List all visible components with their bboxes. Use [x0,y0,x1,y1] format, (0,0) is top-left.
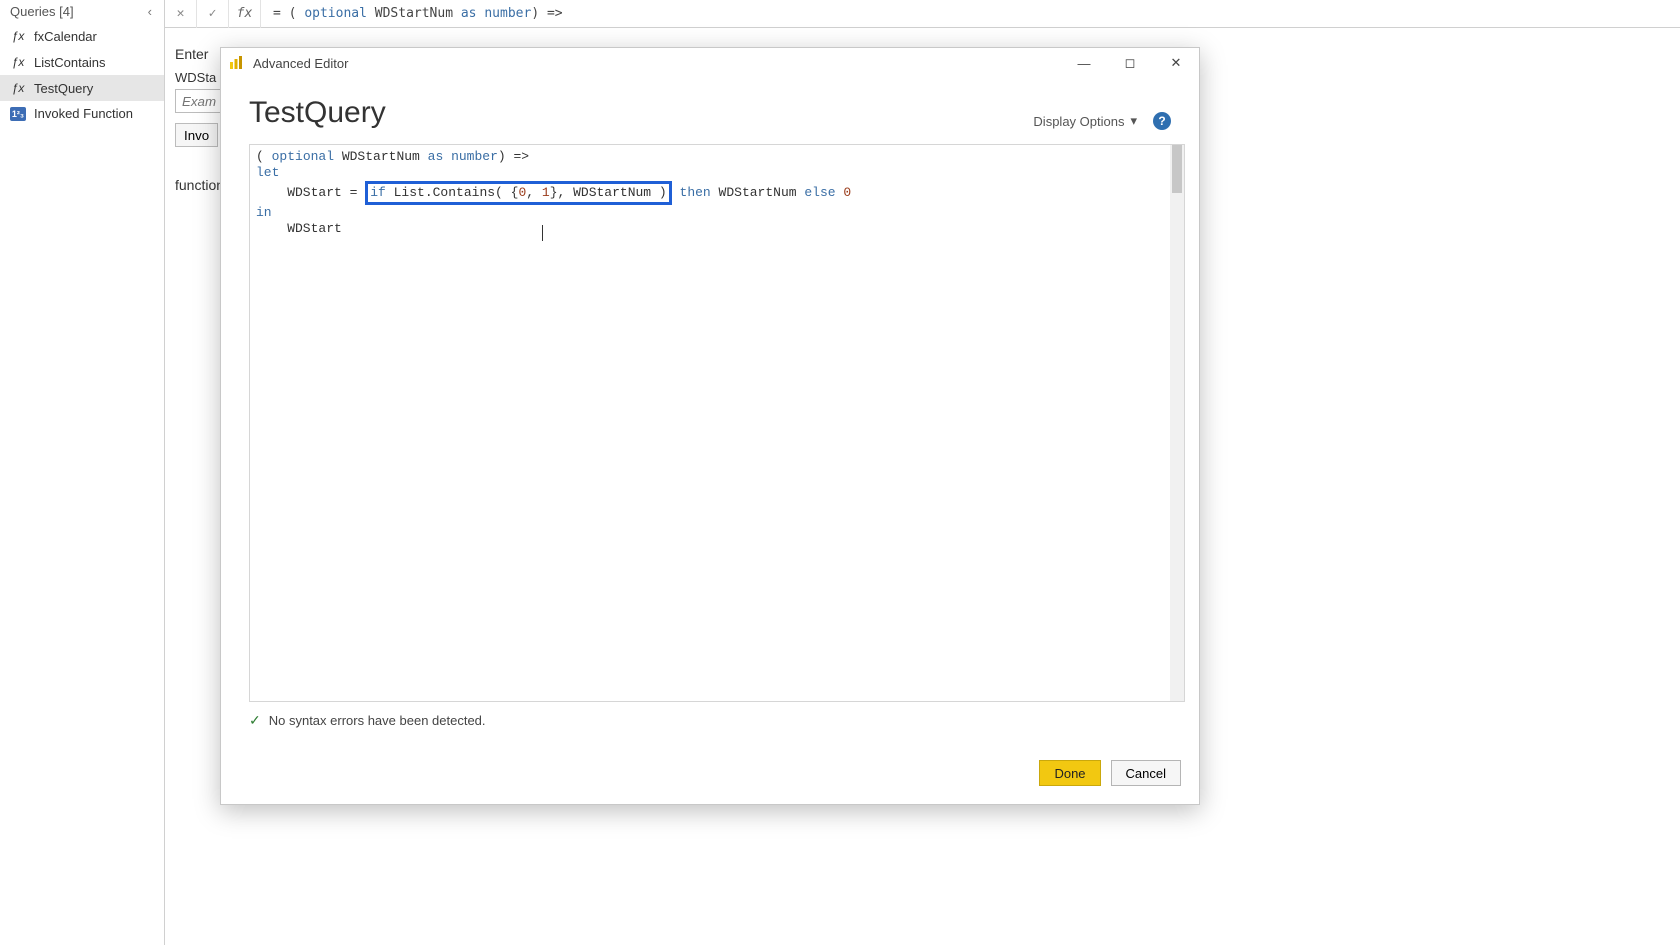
status-text: No syntax errors have been detected. [269,713,486,728]
formula-accept-button[interactable]: ✓ [197,0,229,28]
query-name: TestQuery [249,96,386,130]
query-item-testquery[interactable]: ƒx TestQuery [0,75,164,101]
dialog-footer: Done Cancel [221,746,1199,804]
queries-pane: Queries [4] ‹ ƒx fxCalendar ƒx ListConta… [0,0,165,945]
highlighted-expression: if List.Contains( {0, 1}, WDStartNum ) [365,181,672,205]
formula-cancel-button[interactable]: ✕ [165,0,197,28]
query-item-label: ListContains [34,55,106,70]
invoke-button[interactable]: Invo [175,123,218,147]
query-item-listcontains[interactable]: ƒx ListContains [0,49,164,75]
maximize-icon: ◻ [1125,55,1136,71]
syntax-status: ✓ No syntax errors have been detected. [221,702,1199,729]
help-icon: ? [1158,114,1165,128]
display-options-label: Display Options [1033,114,1124,129]
minimize-button[interactable]: — [1061,48,1107,78]
dialog-header-row: TestQuery Display Options ▾ ? [221,78,1199,140]
function-icon: ƒx [10,80,26,96]
maximize-button[interactable]: ◻ [1107,48,1153,78]
queries-title: Queries [4] [10,4,74,19]
number-icon: 1²₃ [10,107,26,121]
cancel-icon: ✕ [177,6,185,21]
scrollbar-thumb[interactable] [1172,145,1182,193]
query-item-invoked-function[interactable]: 1²₃ Invoked Function [0,101,164,126]
dialog-titlebar[interactable]: Advanced Editor — ◻ ✕ [221,48,1199,78]
minimize-icon: — [1078,56,1091,71]
formula-text[interactable]: = ( optional WDStartNum as number) => [261,6,563,21]
query-item-label: TestQuery [34,81,93,96]
close-icon: ✕ [1171,55,1182,71]
query-item-label: fxCalendar [34,29,97,44]
function-icon: ƒx [10,54,26,70]
formula-bar: ✕ ✓ fx = ( optional WDStartNum as number… [165,0,1680,28]
query-item-label: Invoked Function [34,106,133,121]
code-editor-container: ( optional WDStartNum as number) => let … [249,144,1185,702]
done-button[interactable]: Done [1039,760,1100,786]
function-icon: ƒx [10,28,26,44]
query-item-fxcalendar[interactable]: ƒx fxCalendar [0,23,164,49]
close-button[interactable]: ✕ [1153,48,1199,78]
dialog-title: Advanced Editor [253,56,348,71]
queries-header: Queries [4] ‹ [0,0,164,23]
text-cursor [542,225,543,241]
chevron-down-icon: ▾ [1130,113,1137,129]
help-button[interactable]: ? [1153,112,1171,130]
editor-scrollbar[interactable] [1170,145,1184,701]
display-options-dropdown[interactable]: Display Options ▾ [1033,113,1137,129]
check-icon: ✓ [249,712,261,729]
powerbi-logo-icon [227,54,245,72]
advanced-editor-dialog: Advanced Editor — ◻ ✕ TestQuery Display … [220,47,1200,805]
cancel-button[interactable]: Cancel [1111,760,1181,786]
collapse-pane-icon[interactable]: ‹ [142,4,158,19]
fx-icon[interactable]: fx [229,0,261,28]
code-editor[interactable]: ( optional WDStartNum as number) => let … [250,145,1170,701]
check-icon: ✓ [209,6,217,21]
